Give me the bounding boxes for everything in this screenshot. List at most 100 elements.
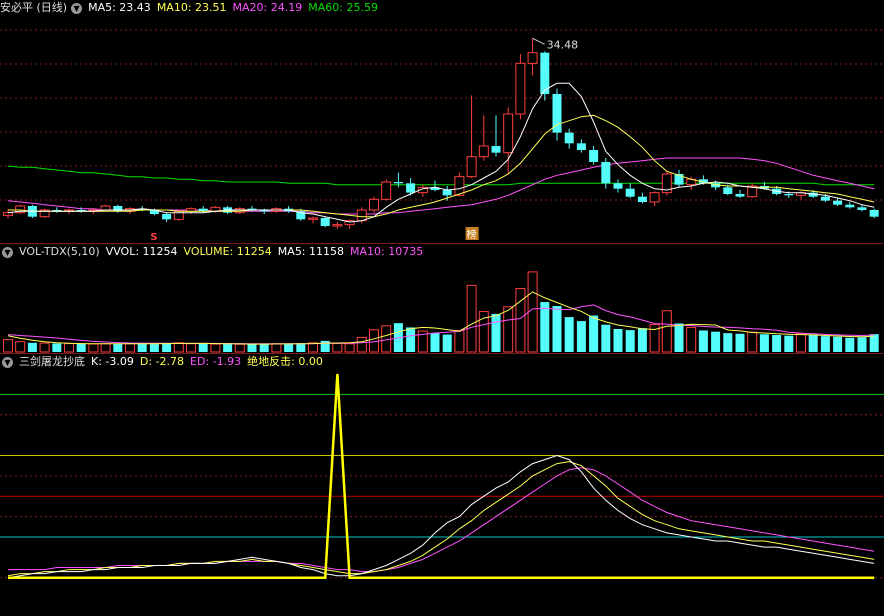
high-price-label: 34.48 [547, 38, 579, 51]
price-chart[interactable]: 34.48 S 榜 [0, 0, 884, 243]
volume-bar [125, 343, 135, 353]
volume-bar [64, 343, 74, 353]
volume-bar [149, 344, 159, 352]
candle-body [369, 198, 379, 211]
volume-bar [796, 333, 806, 353]
candle-body [564, 132, 574, 144]
volume-bar [723, 333, 733, 352]
ma60-line [7, 165, 875, 186]
price-legend: 安必平 (日线) ▼ MA5: 23.43 MA10: 23.51 MA20: 24.1… [0, 0, 384, 16]
volume-bar [430, 332, 440, 352]
volume-bar [491, 313, 501, 352]
volume-bar [808, 334, 818, 352]
d-line [7, 461, 875, 577]
volume-bar [210, 343, 221, 353]
volume-bar [356, 336, 367, 353]
volume-bar [173, 342, 184, 353]
volume-bar [784, 335, 794, 352]
volume-bar [869, 334, 879, 352]
candle-body [625, 188, 635, 197]
candle-body [784, 194, 794, 196]
volume-bar [15, 341, 26, 353]
volume-bar [296, 343, 306, 352]
ma10-value: MA10: 23.51 [156, 1, 227, 14]
volume-bar [711, 331, 721, 352]
vol-title: VOL-TDX(5,10) [19, 245, 100, 258]
volume-bar [27, 342, 37, 352]
candle-body [478, 145, 489, 158]
ma60-value: MA60: 25.59 [308, 1, 378, 14]
volume-bar [284, 344, 294, 352]
volume-bar [271, 343, 282, 353]
candle-body [845, 204, 855, 208]
volume-bar [344, 343, 355, 353]
marker-bang: 榜 [467, 228, 477, 241]
volume-bar [137, 343, 147, 352]
volume-bar [589, 315, 599, 352]
volume-bar [698, 330, 708, 352]
volume-bar [223, 344, 233, 352]
volume-bar [686, 326, 697, 353]
candle-body [833, 200, 843, 205]
volume-bar [234, 343, 245, 353]
volume-bar [308, 342, 318, 353]
volume-bar [52, 343, 62, 352]
volume-bar [39, 342, 50, 353]
indicator-title: 三剑屠龙抄底 [19, 355, 85, 368]
candle-body [576, 143, 586, 150]
d-value: D: -2.78 [139, 355, 185, 368]
volume-bar [674, 323, 684, 352]
candle-body [3, 212, 13, 216]
candle-body [406, 183, 416, 193]
volume-bar [332, 342, 343, 353]
chevron-down-icon[interactable]: ▼ [71, 2, 83, 14]
volume-bar [406, 327, 416, 352]
volume-bar [88, 343, 99, 353]
candle-body [381, 181, 392, 200]
volume-bar [259, 343, 269, 352]
volume-bar [625, 330, 635, 352]
candle-body [601, 162, 611, 184]
high-pointer [532, 37, 545, 45]
signal-value: 绝地反击: 0.00 [247, 355, 323, 368]
volume-bar [820, 336, 830, 352]
volume-bar [198, 343, 208, 352]
volume-bar [613, 329, 623, 352]
indicator-chart[interactable] [0, 354, 884, 616]
volume-value: VOLUME: 11254 [183, 245, 272, 258]
volume-panel: ▼ VOL-TDX(5,10) VVOL: 11254 VOLUME: 11254 MA… [0, 244, 884, 353]
volume-bar [845, 337, 855, 352]
volume-bar [247, 343, 257, 352]
candle-body [857, 207, 867, 210]
ma5-line [7, 82, 875, 223]
vol-ma10-value: MA10: 10735 [350, 245, 424, 258]
ma20-value: MA20: 24.19 [232, 1, 303, 14]
candle-body [515, 62, 526, 115]
candle-body [162, 214, 172, 220]
candle-body [320, 218, 330, 226]
volume-chart[interactable] [0, 244, 884, 353]
candle-body [442, 190, 452, 196]
volume-bar [576, 321, 586, 352]
chevron-down-icon[interactable]: ▼ [2, 356, 13, 368]
volume-legend: ▼ VOL-TDX(5,10) VVOL: 11254 VOLUME: 11254 MA… [0, 244, 429, 260]
volume-bar [466, 284, 477, 353]
volume-bar [552, 306, 562, 352]
candle-body [613, 183, 623, 189]
volume-bar [515, 288, 526, 353]
volume-bar [186, 343, 196, 353]
candle-body [356, 209, 367, 222]
candle-body [723, 187, 733, 194]
candle-body [393, 182, 403, 184]
candle-body [503, 113, 514, 154]
chevron-down-icon[interactable]: ▼ [2, 246, 13, 258]
volume-bar [100, 343, 111, 353]
vvol-value: VVOL: 11254 [105, 245, 178, 258]
volume-bar [857, 337, 867, 352]
price-panel: 安必平 (日线) ▼ MA5: 23.43 MA10: 23.51 MA20: 24.1… [0, 0, 884, 243]
candle-body [308, 217, 318, 220]
candle-body [113, 206, 123, 212]
candle-body [491, 146, 501, 153]
volume-bar [759, 334, 769, 352]
vol-ma5-value: MA5: 11158 [277, 245, 345, 258]
